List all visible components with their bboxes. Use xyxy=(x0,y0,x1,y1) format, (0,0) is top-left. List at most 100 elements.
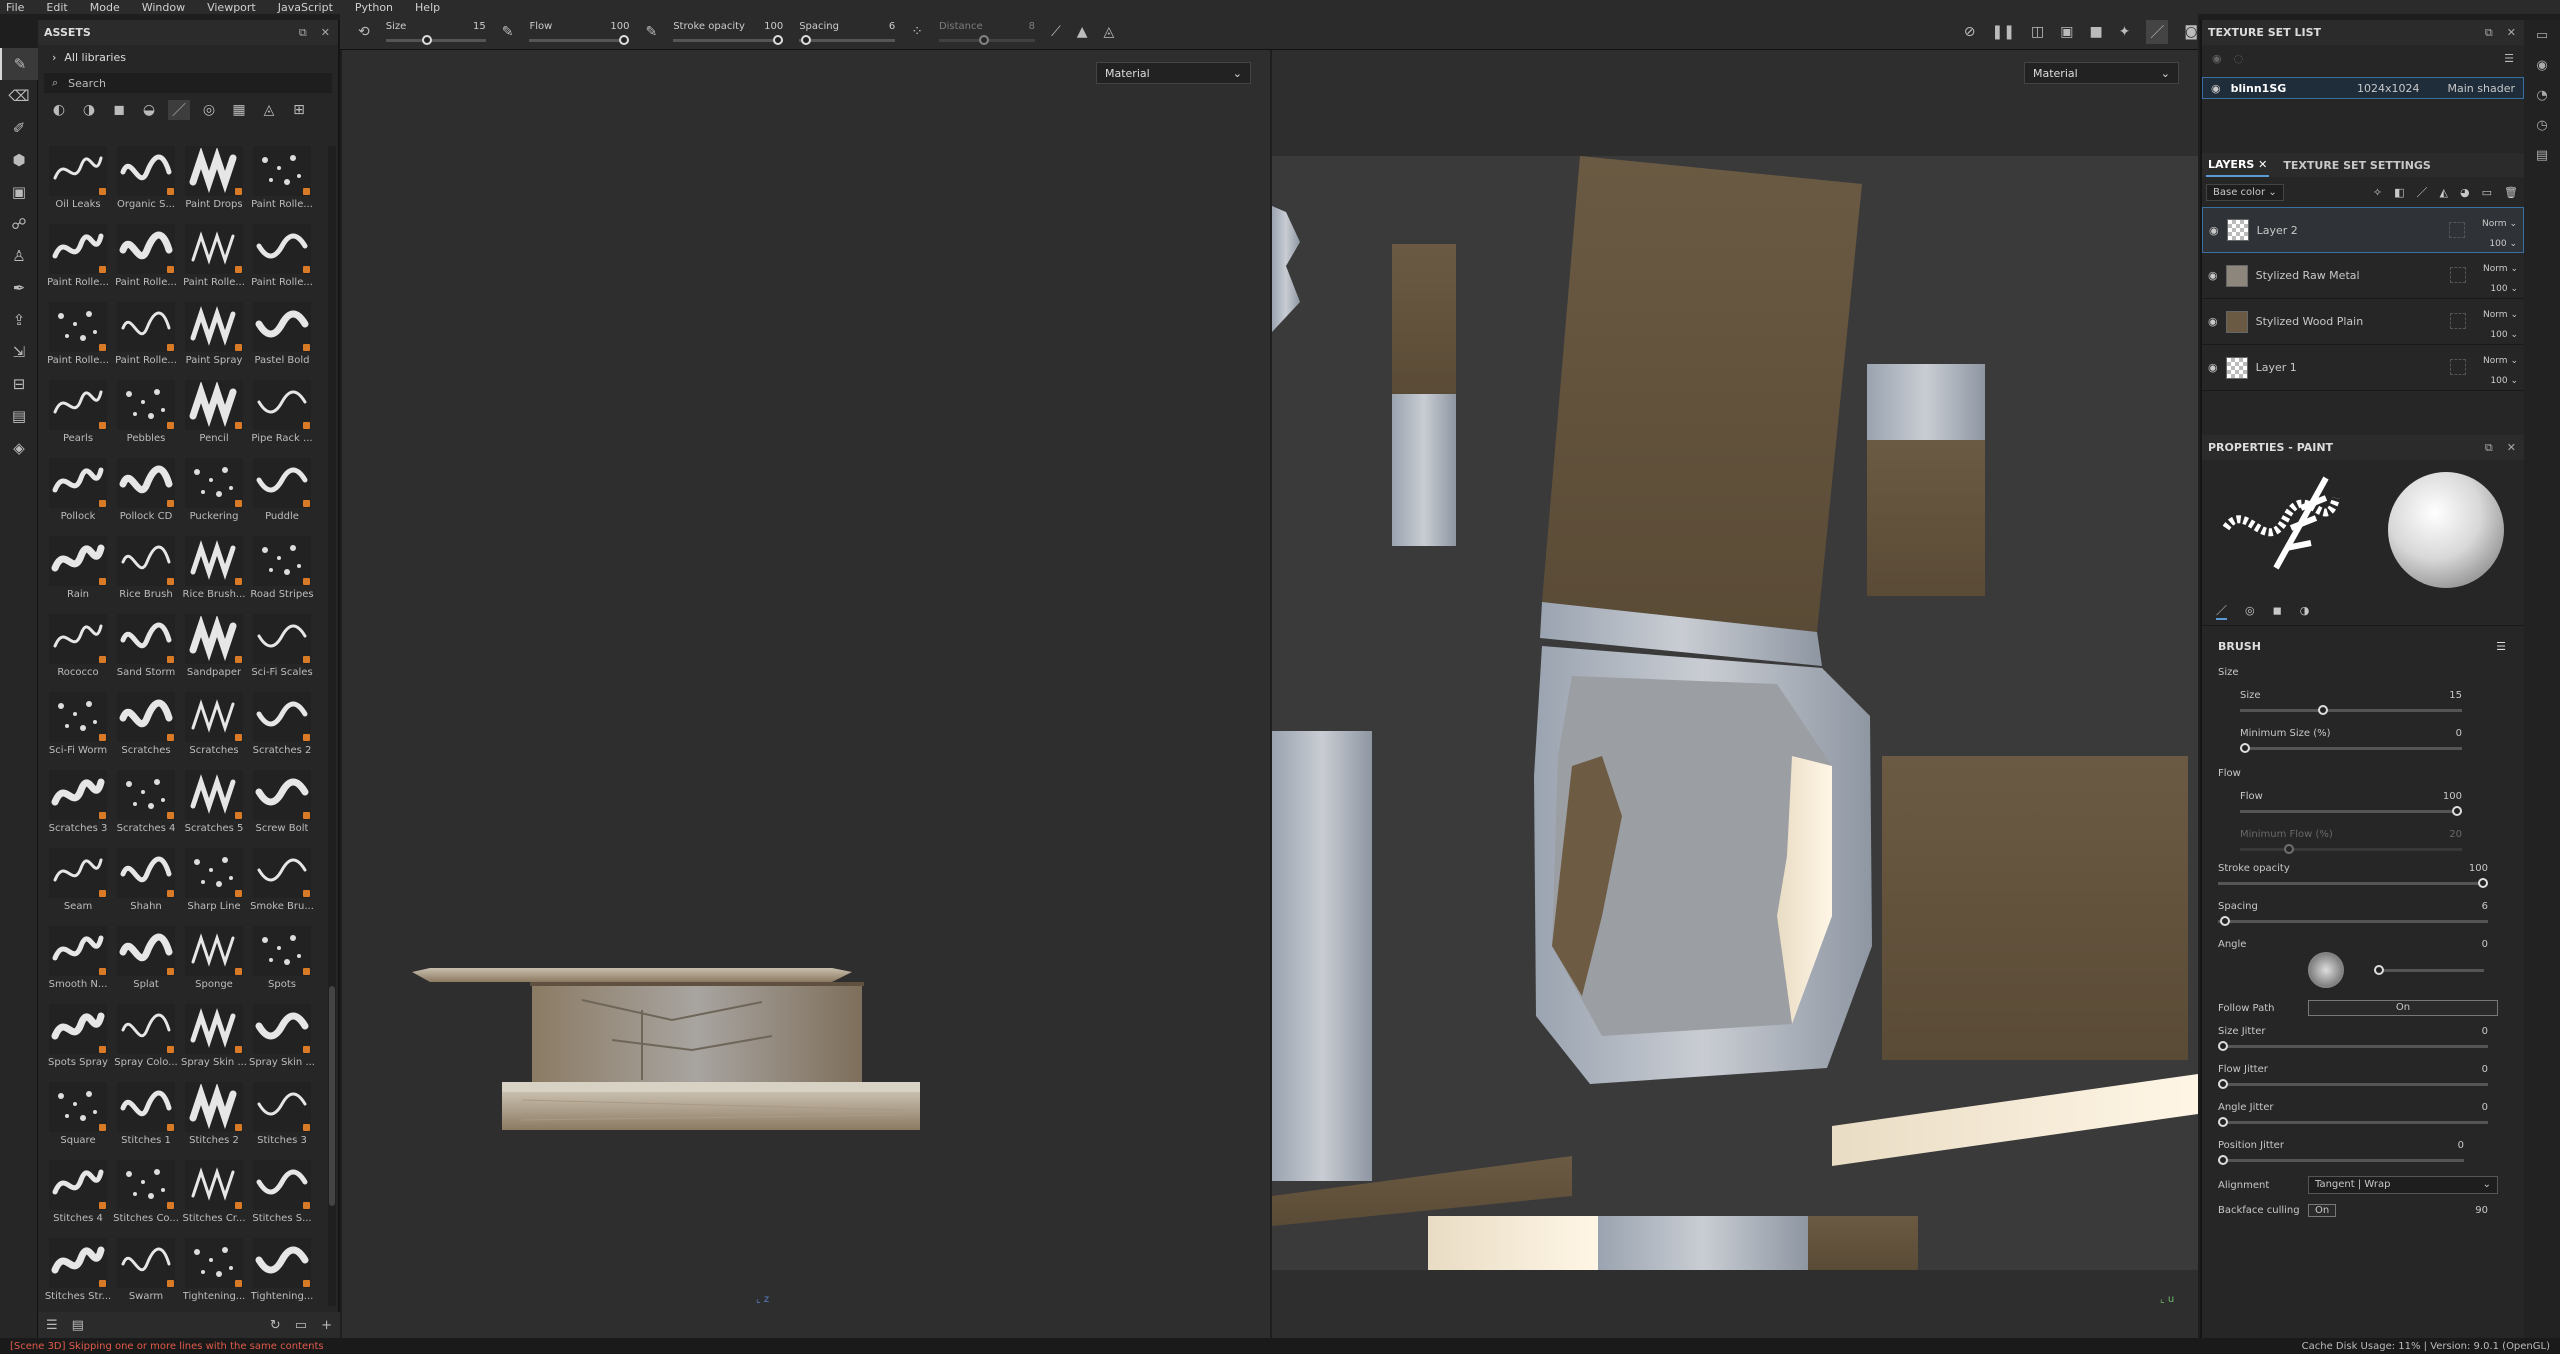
smart-material-icon[interactable]: ◕ xyxy=(2460,186,2470,199)
layer-row[interactable]: ◉ Stylized Wood Plain Norm ⌄ 100 ⌄ xyxy=(2202,299,2524,345)
brush-asset-tile[interactable]: Shahn xyxy=(112,848,180,916)
textures-filter-icon[interactable]: ◼ xyxy=(108,102,130,118)
hide-ui-icon[interactable]: ⊘ xyxy=(1964,24,1976,40)
brush-asset-tile[interactable]: Puckering xyxy=(180,458,248,526)
brush-asset-tile[interactable]: Rain xyxy=(44,536,112,604)
viewport-3d[interactable]: Material ⌄ ⌞ z xyxy=(342,50,1270,1338)
line-mode-icon[interactable]: ⁘ xyxy=(911,24,923,40)
grid-filter-icon[interactable]: ▦ xyxy=(228,102,250,118)
layer-mask-slot[interactable] xyxy=(2450,313,2466,329)
layer-row[interactable]: ◉ Layer 2 Norm ⌄ 100 ⌄ xyxy=(2202,207,2524,253)
brush-asset-tile[interactable]: Screw Bolt xyxy=(248,770,316,838)
shader-settings-icon[interactable]: ◔ xyxy=(2524,80,2560,110)
brush-asset-tile[interactable]: Paint Rolle... xyxy=(180,224,248,292)
display-settings-icon[interactable]: ◉ xyxy=(2524,50,2560,80)
particles-filter-icon[interactable]: ◎ xyxy=(198,102,220,118)
add-fill-layer-icon[interactable]: ◭ xyxy=(2440,186,2448,199)
brush-asset-tile[interactable]: Scratches xyxy=(180,692,248,760)
brush-asset-tile[interactable]: Spray Colo... xyxy=(112,1004,180,1072)
menu-icon[interactable]: ☰ xyxy=(2504,52,2514,65)
brush-asset-tile[interactable]: Pollock xyxy=(44,458,112,526)
brush-asset-tile[interactable]: Sponge xyxy=(180,926,248,994)
layer-blend-mode[interactable]: Norm ⌄ xyxy=(2483,351,2518,371)
tab-texture-set-settings[interactable]: TEXTURE SET SETTINGS xyxy=(2283,159,2430,172)
brush-asset-tile[interactable]: Stitches 2 xyxy=(180,1082,248,1150)
texture-set-row[interactable]: ◉ blinn1SG 1024x1024 Main shader xyxy=(2202,77,2524,99)
viewport-2d-uv[interactable]: Material ⌄ ⌞ u xyxy=(1272,50,2198,1338)
brush-asset-tile[interactable]: Smooth N... xyxy=(44,926,112,994)
prop-sizejit-slider[interactable]: Size Jitter 0 xyxy=(2218,1026,2488,1051)
brush-asset-tile[interactable]: Splat xyxy=(112,926,180,994)
measure-icon[interactable]: ⊟ xyxy=(0,368,38,400)
materials-filter-icon[interactable]: ◐ xyxy=(48,102,70,118)
stencil-tab-icon[interactable]: ◼ xyxy=(2273,604,2282,617)
menu-item-mode[interactable]: Mode xyxy=(90,1,120,14)
brush-asset-tile[interactable]: Paint Drops xyxy=(180,146,248,214)
eye-icon[interactable]: ◉ xyxy=(2211,82,2221,95)
brushes-filter-icon[interactable]: ／ xyxy=(168,100,190,120)
float-icon[interactable]: ⧉ xyxy=(2485,441,2493,455)
brush-asset-tile[interactable]: Spots Spray xyxy=(44,1004,112,1072)
spacing-slider[interactable]: Spacing 6 xyxy=(799,21,896,45)
add-paint-layer-icon[interactable]: ／ xyxy=(2417,184,2428,200)
layer-row[interactable]: ◉ Layer 1 Norm ⌄ 100 ⌄ xyxy=(2202,345,2524,391)
brush-asset-tile[interactable]: Rice Brush... xyxy=(180,536,248,604)
prop-minsize-slider[interactable]: Minimum Size (%) 0 xyxy=(2240,728,2462,753)
brush-menu-icon[interactable]: ☰ xyxy=(2496,640,2506,653)
color-picker-icon[interactable]: ✒ xyxy=(0,272,38,304)
alignment-select[interactable]: Tangent | Wrap ⌄ xyxy=(2308,1176,2498,1194)
environment-filter-icon[interactable]: ◬ xyxy=(258,102,280,118)
brush-asset-tile[interactable]: Pencil xyxy=(180,380,248,448)
sort-icon[interactable]: ☰ xyxy=(46,1318,58,1333)
assets-scrollbar[interactable] xyxy=(328,146,336,1306)
brush-asset-tile[interactable]: Tightening... xyxy=(248,1238,316,1306)
brush-asset-tile[interactable]: Paint Rolle... xyxy=(248,224,316,292)
prop-flowjit-slider[interactable]: Flow Jitter 0 xyxy=(2218,1064,2488,1089)
assets-search[interactable]: ⌕ Search xyxy=(44,73,332,93)
brush-asset-tile[interactable]: Pearls xyxy=(44,380,112,448)
view-grid-icon[interactable]: ⊞ xyxy=(288,102,310,118)
brush-asset-tile[interactable]: Seam xyxy=(44,848,112,916)
layer-mask-slot[interactable] xyxy=(2450,359,2466,375)
brush-asset-tile[interactable]: Swarm xyxy=(112,1238,180,1306)
brush-asset-tile[interactable]: Paint Rolle... xyxy=(44,302,112,370)
brush-asset-tile[interactable]: Scratches 2 xyxy=(248,692,316,760)
add-effect-icon[interactable]: ✧ xyxy=(2373,186,2382,199)
prop-posjit-slider[interactable]: Position Jitter 0 xyxy=(2218,1140,2464,1165)
eye-icon[interactable]: ◉ xyxy=(2208,315,2218,328)
close-icon[interactable]: ✕ xyxy=(2507,441,2516,455)
brush-asset-tile[interactable]: Stitches 3 xyxy=(248,1082,316,1150)
brush-asset-tile[interactable]: Road Stripes xyxy=(248,536,316,604)
brush-asset-tile[interactable]: Pollock CD xyxy=(112,458,180,526)
pause-icon[interactable]: ❚❚ xyxy=(1992,24,2015,40)
channel-select[interactable]: Base color ⌄ xyxy=(2206,183,2284,201)
eye-icon[interactable]: ◉ xyxy=(2208,361,2218,374)
log-icon[interactable]: ▤ xyxy=(2524,140,2560,170)
viewport-3d-mode-select[interactable]: Material ⌄ xyxy=(1096,62,1251,84)
brush-asset-tile[interactable]: Scratches 5 xyxy=(180,770,248,838)
history-icon[interactable]: ◷ xyxy=(2524,110,2560,140)
prop-flow-slider[interactable]: Flow 100 xyxy=(2240,791,2462,816)
brush-asset-tile[interactable]: Stitches 4 xyxy=(44,1160,112,1228)
geometry-fill-icon[interactable]: ⬢ xyxy=(0,144,38,176)
brush-asset-tile[interactable]: Rice Brush xyxy=(112,536,180,604)
stroke-opacity-slider[interactable]: Stroke opacity 100 xyxy=(673,21,784,45)
brush-asset-tile[interactable]: Stitches Str... xyxy=(44,1238,112,1306)
symmetry-icon[interactable]: ▲ xyxy=(1077,24,1088,40)
prop-size-slider[interactable]: Size 15 xyxy=(2240,690,2462,715)
brush-asset-tile[interactable]: Sandpaper xyxy=(180,614,248,682)
delete-layer-icon[interactable]: 🗑 xyxy=(2504,186,2518,199)
brush-asset-tile[interactable]: Sand Storm xyxy=(112,614,180,682)
eraser-tool-icon[interactable]: ⌫ xyxy=(0,80,38,112)
brush-asset-tile[interactable]: Scratches 4 xyxy=(112,770,180,838)
lazy-mouse-icon[interactable]: ⟲ xyxy=(358,24,370,40)
prop-spacing-slider[interactable]: Spacing 6 xyxy=(2218,901,2488,926)
angle-icon[interactable]: ⟋ xyxy=(1051,24,1061,40)
brush-asset-tile[interactable]: Puddle xyxy=(248,458,316,526)
backface-toggle[interactable]: On xyxy=(2308,1204,2337,1217)
layer-blend-mode[interactable]: Norm ⌄ xyxy=(2483,259,2518,279)
brush-asset-tile[interactable]: Paint Rolle... xyxy=(112,224,180,292)
screenshot-icon[interactable]: ◙ xyxy=(2184,24,2198,40)
brush-asset-tile[interactable]: Scratches xyxy=(112,692,180,760)
layer-opacity[interactable]: 100 ⌄ xyxy=(2483,325,2518,345)
